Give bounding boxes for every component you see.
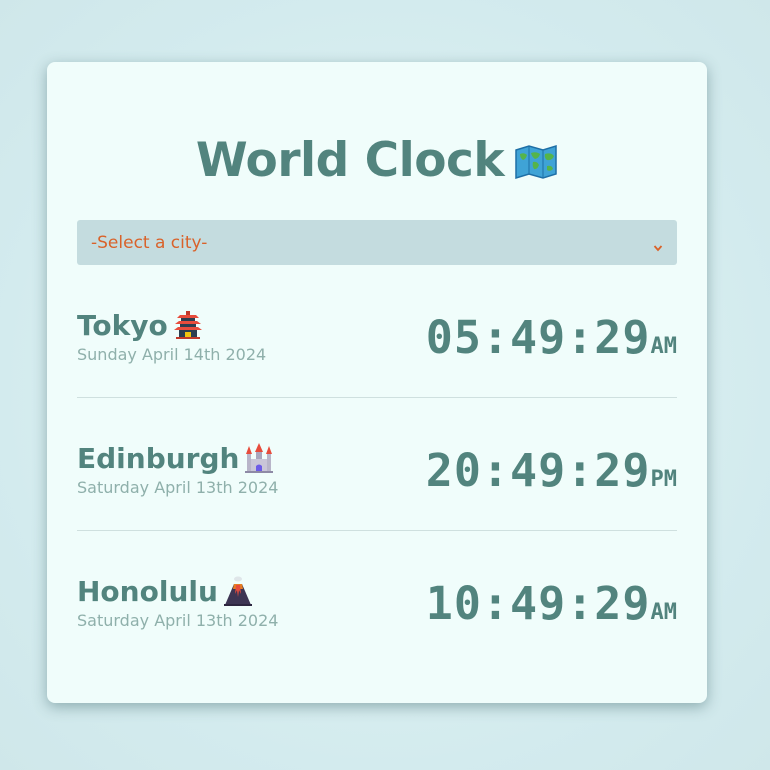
- divider: [77, 530, 677, 531]
- city-name: Tokyo: [77, 308, 168, 342]
- city-row-edinburgh: Edinburgh Saturday April 13th 2024 20:49…: [77, 440, 677, 530]
- chevron-down-icon: [653, 238, 663, 251]
- ampm-label: AM: [650, 334, 678, 359]
- city-row-tokyo: Tokyo Sunday April 14th 2024 05:49:29 AM: [77, 307, 677, 397]
- volcano-icon: [222, 575, 254, 607]
- time-value: 10:49:29: [425, 577, 651, 630]
- city-date: Sunday April 14th 2024: [77, 345, 267, 364]
- city-name-row: Honolulu: [77, 573, 254, 609]
- city-select-value: -Select a city-: [91, 232, 208, 253]
- city-name: Honolulu: [77, 574, 218, 608]
- ampm-label: PM: [650, 467, 678, 492]
- city-name: Edinburgh: [77, 441, 240, 475]
- city-date: Saturday April 13th 2024: [77, 611, 279, 630]
- time-value: 05:49:29: [425, 311, 651, 364]
- ampm-label: AM: [650, 600, 678, 625]
- city-time: 05:49:29 AM: [426, 311, 677, 364]
- city-time: 10:49:29 AM: [426, 577, 677, 630]
- city-row-honolulu: Honolulu Saturday April 13th 2024 10:49:…: [77, 573, 677, 663]
- city-select[interactable]: -Select a city-: [77, 220, 677, 265]
- city-time: 20:49:29 PM: [426, 444, 677, 497]
- time-value: 20:49:29: [425, 444, 651, 497]
- world-map-icon: [514, 144, 558, 180]
- title-row: World Clock: [47, 128, 707, 192]
- castle-icon: [243, 442, 275, 474]
- pagoda-icon: [172, 309, 204, 341]
- city-name-row: Edinburgh: [77, 440, 275, 476]
- city-date: Saturday April 13th 2024: [77, 478, 279, 497]
- world-clock-card: World Clock -Select a city- Tokyo Sunday…: [47, 62, 707, 703]
- divider: [77, 397, 677, 398]
- page-title: World Clock: [195, 132, 505, 188]
- city-name-row: Tokyo: [77, 307, 204, 343]
